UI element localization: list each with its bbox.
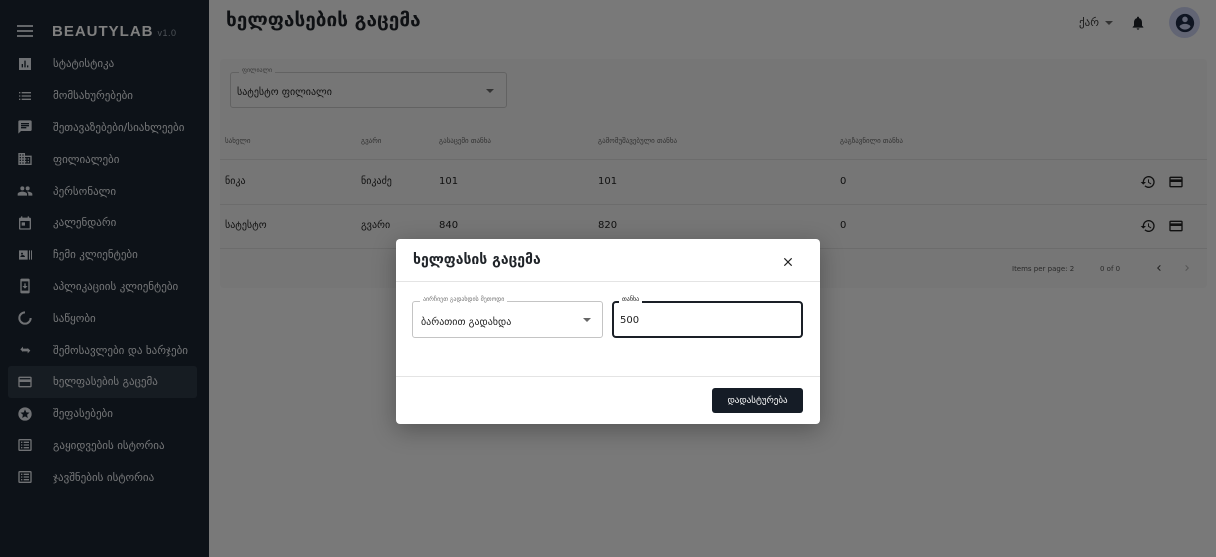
chevron-down-icon — [583, 318, 591, 322]
dialog-title: ხელფასის გაცემა — [413, 252, 541, 268]
amount-field[interactable]: თანხა — [612, 296, 803, 338]
payment-method-select[interactable]: აირჩიეთ გადახდის მეთოდი ბარათით გადახდა — [412, 296, 603, 338]
divider — [396, 376, 820, 377]
payment-method-value: ბარათით გადახდა — [421, 317, 512, 328]
amount-input[interactable] — [620, 315, 790, 326]
close-icon[interactable] — [781, 255, 795, 269]
amount-legend: თანხა — [619, 296, 643, 303]
payment-method-legend: აირჩიეთ გადახდის მეთოდი — [420, 296, 508, 303]
divider — [396, 281, 820, 282]
confirm-button[interactable]: დადასტურება — [712, 388, 803, 413]
pay-salary-dialog: ხელფასის გაცემა აირჩიეთ გადახდის მეთოდი … — [396, 239, 820, 424]
